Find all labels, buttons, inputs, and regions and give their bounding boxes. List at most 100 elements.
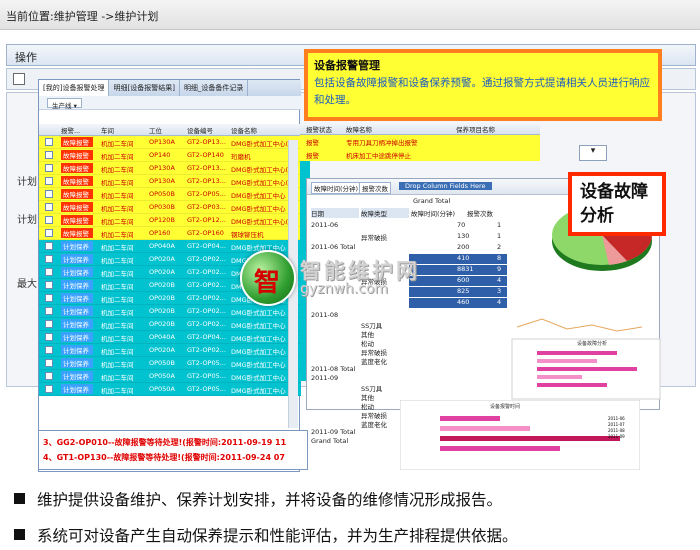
row-checkbox[interactable] xyxy=(45,385,53,393)
col-device-no[interactable]: 设备编号 xyxy=(187,125,213,135)
cell-status: 报警 xyxy=(306,152,319,160)
cell-alarm-tag: 计划保养 xyxy=(61,280,93,290)
cell-workshop: 机加二车间 xyxy=(101,205,134,213)
table-row[interactable]: 故障报警 机加二车间 OP140 GT2-OP140 珩磨机 xyxy=(39,149,301,162)
col-maint-item[interactable]: 保养项目名称 xyxy=(456,124,495,134)
table-row[interactable]: 故障报警 机加二车间 OP050B GT2-OP05... DMG卧式加工中心 xyxy=(39,188,301,201)
row-checkbox[interactable] xyxy=(45,190,53,198)
alarm-message-1[interactable]: 3、GG2-OP010--故障报警等待处理!(报警时间:2011-09-19 1… xyxy=(43,437,286,448)
pivot-tree-item[interactable]: 2011-09 Total xyxy=(311,428,355,436)
row-checkbox[interactable] xyxy=(45,229,53,237)
bar xyxy=(440,426,530,431)
row-checkbox[interactable] xyxy=(45,164,53,172)
pivot-count: 4 xyxy=(497,298,502,306)
cell-alarm-tag: 故障报警 xyxy=(61,176,93,186)
tab-spare-parts[interactable]: 明细_设备备件记录 xyxy=(180,80,249,96)
row-checkbox[interactable] xyxy=(45,372,53,380)
table-row[interactable]: 计划保养机加二车间OP020BGT2-OP02...DMG卧式加工中心 xyxy=(39,318,301,331)
cell-workshop: 机加二车间 xyxy=(101,257,134,265)
alarm-message-2[interactable]: 4、GT1-OP130--故障报警等待处理!(报警时间:2011-09-24 0… xyxy=(43,452,285,463)
cell-workshop: 机加二车间 xyxy=(101,374,134,382)
col-alarm[interactable]: 报警... xyxy=(61,125,80,135)
cell-workshop: 机加二车间 xyxy=(101,361,134,369)
table-row[interactable]: 故障报警 机加二车间 OP160 GT2-OP160 钢球铆压机 xyxy=(39,227,301,240)
table-row[interactable]: 报警 专用刀具刀柄冲掉出报警 xyxy=(300,135,540,148)
pivot-tree-item[interactable]: 2011-08 xyxy=(311,311,338,319)
table-row[interactable]: 故障报警 机加二车间 OP120B GT2-OP12... DMG卧式加工中心(精) xyxy=(39,214,301,227)
row-checkbox[interactable] xyxy=(45,151,53,159)
pivot-head-date[interactable]: 日期 xyxy=(311,208,359,218)
cell-station: OP120B xyxy=(149,216,175,224)
row-checkbox[interactable] xyxy=(45,138,53,146)
bar xyxy=(537,351,617,355)
line-series xyxy=(516,318,643,332)
bar xyxy=(537,359,597,363)
table-row[interactable]: 报警 机床加工中途跳停停止 xyxy=(300,148,540,161)
pivot-tree-item[interactable]: 2011-09 xyxy=(311,374,338,382)
row-checkbox[interactable] xyxy=(45,346,53,354)
table-row[interactable]: 计划保养 机加二车间 OP050B GT2-OP05... DMG卧式加工中心 xyxy=(39,357,301,370)
cell-station: OP140 xyxy=(149,151,171,159)
cell-workshop: 机加二车间 xyxy=(101,140,134,148)
table-row[interactable]: 故障报警 机加二车间 OP130A GT2-OP13... DMG卧式加工中心(精) xyxy=(39,175,301,188)
col-alarm-status[interactable]: 报警状态 xyxy=(306,124,332,134)
alarm-time-chart: 设备报警时间 2011-06 2011-07 2011-08 2011-09 xyxy=(400,400,640,470)
table-row[interactable]: 计划保养机加二车间OP020AGT2-OP02...DMG卧式加工中心 xyxy=(39,344,301,357)
row-checkbox[interactable] xyxy=(45,255,53,263)
row-checkbox[interactable] xyxy=(45,359,53,367)
pivot-minutes: 410 xyxy=(457,254,470,262)
table-row[interactable]: 计划保养 机加二车间 OP050A GT2-OP05... DMG卧式加工中心 xyxy=(39,370,301,383)
cell-alarm-tag: 计划保养 xyxy=(61,358,93,368)
row-checkbox[interactable] xyxy=(45,242,53,250)
row-checkbox[interactable] xyxy=(45,320,53,328)
cell-device-no: GT2-OP160 xyxy=(187,229,224,237)
cell-device-no: GT2-OP03... xyxy=(187,203,226,211)
dropdown-chevron-icon[interactable]: ▾ xyxy=(579,145,607,161)
col-station[interactable]: 工位 xyxy=(149,125,162,135)
cell-alarm-tag: 计划保养 xyxy=(61,332,93,342)
col-device-name[interactable]: 设备名称 xyxy=(231,125,257,135)
filter-alarm-count[interactable]: 报警次数 xyxy=(359,182,391,194)
watermark-glyph: 智 xyxy=(254,268,281,298)
table-row[interactable]: 计划保养 机加二车间 OP050A GT2-OP05... DMG卧式加工中心 xyxy=(39,383,301,396)
cell-device-no: GT2-OP02... xyxy=(187,281,226,289)
cell-workshop: 机加二车间 xyxy=(101,218,134,226)
row-checkbox[interactable] xyxy=(45,177,53,185)
production-line-dropdown[interactable]: 生产线 ▾ xyxy=(47,98,82,110)
pivot-tree-item[interactable]: Grand Total xyxy=(311,437,348,445)
table-row[interactable]: 故障报警 机加二车间 OP130A GT2-OP13... DMG卧式加工中心(精) xyxy=(39,136,301,149)
cell-workshop: 机加二车间 xyxy=(101,270,134,278)
col-fault-name[interactable]: 故障名称 xyxy=(346,124,372,134)
col-workshop[interactable]: 车间 xyxy=(101,125,114,135)
row-checkbox[interactable] xyxy=(45,333,53,341)
save-icon[interactable] xyxy=(13,73,25,85)
alarm-message-panel: 3、GG2-OP010--故障报警等待处理!(报警时间:2011-09-19 1… xyxy=(38,430,308,470)
left-label-2: 计划 xyxy=(17,215,37,226)
table-row[interactable]: 计划保养机加二车间OP020BGT2-OP02...DMG卧式加工中心 xyxy=(39,305,301,318)
drop-zone[interactable]: Drop Column Fields Here xyxy=(399,182,492,190)
row-checkbox[interactable] xyxy=(45,216,53,224)
cell-station: OP050A xyxy=(149,372,175,380)
cell-device-no: GT2-OP02... xyxy=(187,307,226,315)
row-checkbox[interactable] xyxy=(45,268,53,276)
pivot-tree-item[interactable]: 2011-08 Total xyxy=(311,365,355,373)
row-checkbox[interactable] xyxy=(45,307,53,315)
cell-alarm-tag: 故障报警 xyxy=(61,189,93,199)
table-row[interactable]: 计划保养 机加二车间 OP040A GT2-OP04... DMG卧式加工中心 xyxy=(39,331,301,344)
row-checkbox[interactable] xyxy=(45,203,53,211)
table-row[interactable]: 故障报警 机加二车间 OP130A GT2-OP13... DMG卧式加工中心(精) xyxy=(39,162,301,175)
cell-station: OP050B xyxy=(149,190,175,198)
filter-fault-minutes[interactable]: 故障时间(分钟) xyxy=(311,182,362,194)
pivot-tree-item[interactable]: 蓝度老化 xyxy=(361,356,387,366)
cell-alarm-tag: 故障报警 xyxy=(61,137,93,147)
row-checkbox[interactable] xyxy=(45,294,53,302)
row-checkbox[interactable] xyxy=(45,281,53,289)
tab-my-alarm[interactable]: [我的]设备报警处理 xyxy=(39,80,110,96)
grid-tabs: [我的]设备报警处理 明细[设备报警结果] 明细_设备备件记录 xyxy=(39,80,301,96)
cell-alarm-tag: 计划保养 xyxy=(61,254,93,264)
pivot-tree-item[interactable]: 蓝度老化 xyxy=(361,419,387,429)
table-row[interactable]: 故障报警 机加二车间 OP030B GT2-OP03... DMG卧式加工中心 xyxy=(39,201,301,214)
cell-station: OP030B xyxy=(149,203,175,211)
pivot-head-type[interactable]: 故障类型 xyxy=(361,208,409,218)
tab-alarm-result[interactable]: 明细[设备报警结果] xyxy=(109,80,180,96)
